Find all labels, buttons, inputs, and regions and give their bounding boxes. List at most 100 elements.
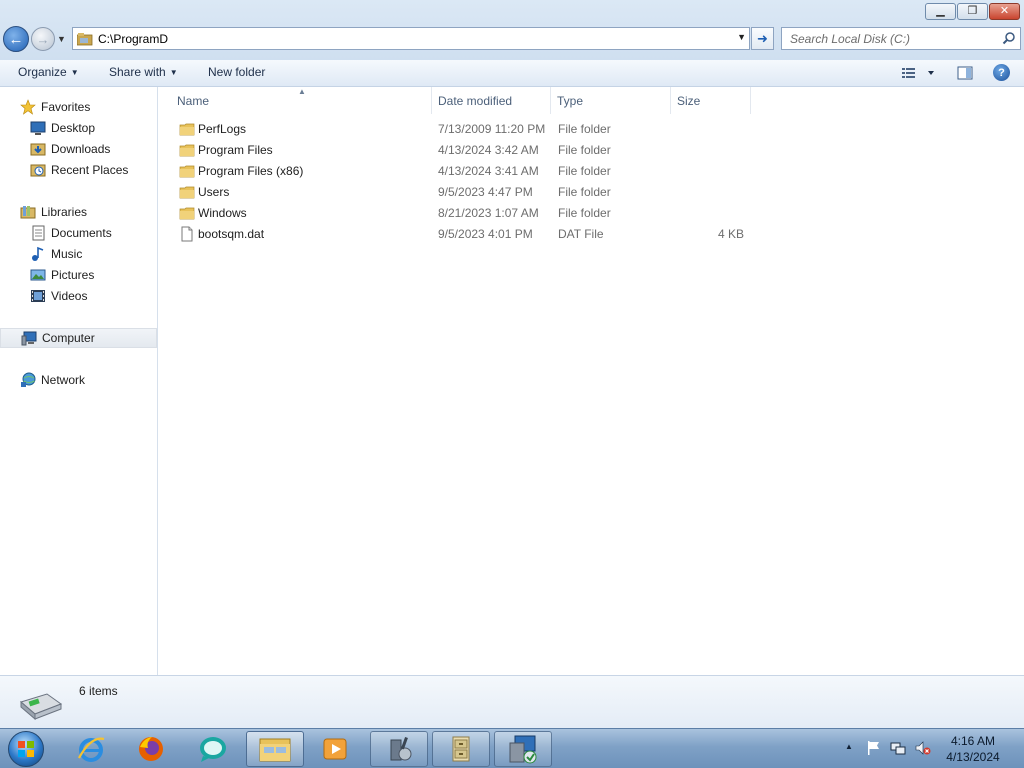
sidebar-item-label: Pictures — [51, 268, 95, 282]
music-icon — [32, 246, 44, 261]
pictures-icon — [30, 269, 46, 281]
star-icon — [20, 99, 36, 115]
folder-icon — [179, 165, 195, 178]
folder-icon — [259, 738, 291, 762]
taskbar-firefox[interactable] — [122, 731, 180, 767]
sidebar-item-network[interactable]: Network — [0, 370, 157, 390]
file-date: 9/5/2023 4:01 PM — [438, 227, 533, 241]
file-type: File folder — [558, 164, 611, 178]
file-row-users[interactable]: Users 9/5/2023 4:47 PM File folder — [171, 182, 751, 203]
preview-pane-icon[interactable] — [957, 65, 973, 81]
network-status-icon[interactable] — [890, 740, 906, 756]
sidebar-item-videos[interactable]: Videos — [0, 286, 157, 306]
file-row-windows[interactable]: Windows 8/21/2023 1:07 AM File folder — [171, 203, 751, 224]
sidebar-item-recent-places[interactable]: Recent Places — [0, 160, 157, 180]
videos-icon — [31, 290, 45, 302]
help-button[interactable]: ? — [993, 64, 1010, 81]
organize-menu[interactable]: Organize ▼ — [18, 65, 79, 79]
column-header-type[interactable]: Type — [551, 87, 671, 114]
command-bar: Organize ▼ Share with ▼ New folder ? — [0, 60, 1024, 87]
chat-bubble-icon — [200, 737, 226, 762]
sidebar-item-desktop[interactable]: Desktop — [0, 118, 157, 138]
sidebar-item-label: Libraries — [41, 205, 88, 219]
sidebar-item-documents[interactable]: Documents — [0, 223, 157, 243]
file-type: File folder — [558, 122, 611, 136]
clock-time: 4:16 AM — [950, 734, 996, 748]
file-cabinet-icon — [452, 736, 470, 762]
search-box[interactable] — [781, 27, 1021, 50]
maximize-button[interactable]: ❐ — [957, 3, 988, 20]
share-with-label: Share with — [109, 65, 166, 79]
file-row-program-files-x86[interactable]: Program Files (x86) 4/13/2024 3:41 AM Fi… — [171, 161, 751, 182]
navigation-pane: Favorites Desktop Downloads Recent Place… — [0, 87, 158, 675]
restore-icon: ❐ — [967, 5, 978, 17]
folder-icon — [179, 207, 195, 220]
change-view-icon[interactable] — [901, 66, 937, 80]
address-dropdown-icon[interactable]: ▼ — [737, 32, 746, 42]
share-with-menu[interactable]: Share with ▼ — [109, 65, 178, 79]
taskbar-chat-app[interactable] — [184, 731, 242, 767]
file-row-bootsqm-dat[interactable]: bootsqm.dat 9/5/2023 4:01 PM DAT File 4 … — [171, 224, 751, 245]
taskbar-server-tool[interactable] — [370, 731, 428, 767]
taskbar-internet-explorer[interactable] — [62, 731, 120, 767]
search-input[interactable] — [790, 31, 1000, 46]
column-header-date-modified[interactable]: Date modified — [432, 87, 551, 114]
file-date: 4/13/2024 3:42 AM — [438, 143, 539, 157]
file-row-program-files[interactable]: Program Files 4/13/2024 3:42 AM File fol… — [171, 140, 751, 161]
sidebar-item-downloads[interactable]: Downloads — [0, 139, 157, 159]
sidebar-item-label: Documents — [51, 226, 112, 240]
taskbar-windows-explorer[interactable] — [246, 731, 304, 767]
forward-arrow-icon: → — [36, 31, 50, 47]
sidebar-item-label: Music — [51, 247, 83, 261]
network-icon — [21, 372, 36, 387]
folder-icon — [179, 123, 195, 136]
file-icon — [181, 226, 193, 242]
sidebar-item-label: Videos — [51, 289, 88, 303]
chevron-down-icon: ▼ — [70, 68, 79, 77]
forward-button[interactable]: → — [31, 27, 55, 51]
sidebar-item-pictures[interactable]: Pictures — [0, 265, 157, 285]
documents-icon — [32, 225, 45, 241]
search-icon[interactable] — [1002, 31, 1016, 45]
back-button[interactable]: ← — [3, 26, 29, 52]
show-hidden-icons-button[interactable]: ▲ — [845, 742, 853, 751]
file-name: Windows — [198, 206, 247, 220]
new-folder-button[interactable]: New folder — [208, 65, 265, 79]
admin-tools-icon — [390, 737, 412, 761]
taskbar-media-player[interactable] — [306, 731, 364, 767]
system-clock[interactable]: 4:16 AM 4/13/2024 — [940, 733, 1006, 765]
chevron-down-icon: ▼ — [169, 68, 178, 77]
start-button[interactable] — [4, 730, 48, 768]
sidebar-item-favorites[interactable]: Favorites — [0, 97, 157, 117]
file-type: DAT File — [558, 227, 604, 241]
action-center-flag-icon[interactable] — [866, 740, 882, 756]
address-input[interactable] — [98, 31, 698, 46]
volume-muted-icon[interactable] — [915, 740, 931, 756]
sidebar-item-label: Computer — [42, 331, 95, 345]
desktop-icon — [30, 121, 46, 135]
file-list: Name ▲ Date modified Type Size PerfLogs … — [159, 87, 1024, 675]
file-type: File folder — [558, 206, 611, 220]
file-row-perflogs[interactable]: PerfLogs 7/13/2009 11:20 PM File folder — [171, 119, 751, 140]
recent-pages-dropdown[interactable]: ▼ — [57, 34, 67, 44]
file-name: Users — [198, 185, 230, 199]
address-bar[interactable]: ▼ — [72, 27, 750, 50]
sidebar-item-music[interactable]: Music — [0, 244, 157, 264]
sidebar-item-computer[interactable]: Computer — [0, 328, 157, 348]
folder-icon — [179, 186, 195, 199]
sidebar-item-label: Favorites — [41, 100, 91, 114]
internet-explorer-icon — [78, 737, 105, 762]
taskbar-file-cabinet[interactable] — [432, 731, 490, 767]
sidebar-item-libraries[interactable]: Libraries — [0, 202, 157, 222]
go-arrow-icon: ➜ — [757, 30, 768, 46]
file-name: PerfLogs — [198, 122, 247, 136]
taskbar-remote-desktop[interactable] — [494, 731, 552, 767]
clock-date: 4/13/2024 — [946, 750, 1000, 764]
go-button[interactable]: ➜ — [751, 27, 774, 50]
column-header-size[interactable]: Size — [671, 87, 751, 114]
file-date: 7/13/2009 11:20 PM — [438, 122, 546, 136]
minimize-button[interactable]: ▁ — [925, 3, 956, 20]
file-name: Program Files (x86) — [198, 164, 304, 178]
close-button[interactable]: ✕ — [989, 3, 1020, 20]
help-icon: ? — [998, 66, 1005, 79]
